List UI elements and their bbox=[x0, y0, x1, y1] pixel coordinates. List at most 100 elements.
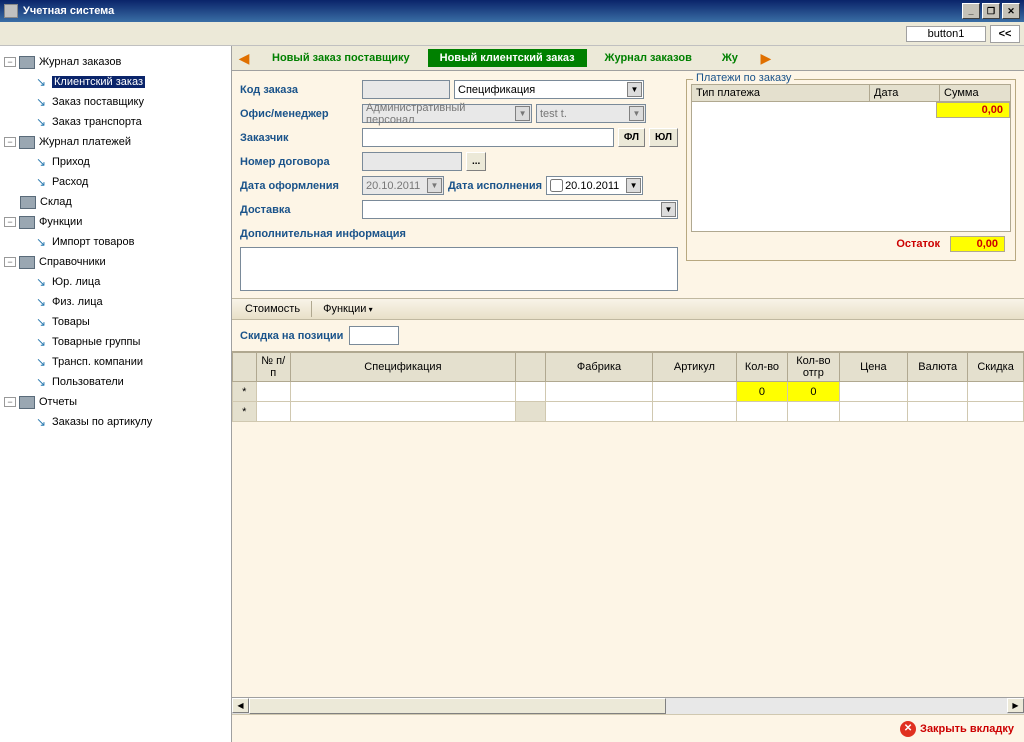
collapse-icon[interactable]: − bbox=[4, 217, 16, 227]
tree-node-client-order[interactable]: ↘Клиентский заказ bbox=[2, 72, 229, 92]
cell[interactable] bbox=[908, 402, 968, 422]
tree-node-income[interactable]: ↘Приход bbox=[2, 152, 229, 172]
cell-active[interactable] bbox=[515, 402, 545, 422]
button1[interactable]: button1 bbox=[906, 26, 986, 42]
row-selector-header[interactable] bbox=[233, 353, 257, 382]
scroll-left-button[interactable]: ◀ bbox=[232, 698, 249, 713]
col-discount[interactable]: Скидка bbox=[968, 353, 1024, 382]
fl-button[interactable]: ФЛ bbox=[618, 128, 645, 147]
date-due-checkbox[interactable] bbox=[550, 179, 563, 192]
horizontal-scrollbar[interactable]: ◀ ▶ bbox=[232, 697, 1024, 714]
cell[interactable] bbox=[515, 382, 545, 402]
tab-orders-journal[interactable]: Журнал заказов bbox=[593, 49, 704, 67]
cell[interactable] bbox=[968, 402, 1024, 422]
date-due-picker[interactable]: 20.10.2011▼ bbox=[546, 176, 643, 195]
cell-qty-shipped[interactable]: 0 bbox=[788, 382, 839, 402]
cell[interactable] bbox=[839, 382, 908, 402]
payments-grid-header: Тип платежа Дата Сумма bbox=[691, 84, 1011, 102]
collapse-icon[interactable]: − bbox=[4, 57, 16, 67]
tree-node-functions[interactable]: −Функции bbox=[2, 212, 229, 232]
office-manager-label: Офис/менеджер bbox=[240, 108, 358, 120]
order-code-input[interactable] bbox=[362, 80, 450, 99]
col-qty[interactable]: Кол-во bbox=[736, 353, 787, 382]
cell[interactable] bbox=[788, 402, 839, 422]
tree-node-references[interactable]: −Справочники bbox=[2, 252, 229, 272]
tab-supplier-order[interactable]: Новый заказ поставщику bbox=[260, 49, 422, 67]
tab-nav-prev[interactable]: ◀ bbox=[234, 49, 254, 67]
tree-node-reports[interactable]: − Отчеты bbox=[2, 392, 229, 412]
tree-node-orders-by-article[interactable]: ↘Заказы по артикулу bbox=[2, 412, 229, 432]
tab-client-order[interactable]: Новый клиентский заказ bbox=[428, 49, 587, 67]
tree-node-import-goods[interactable]: ↘Импорт товаров bbox=[2, 232, 229, 252]
chevron-down-icon[interactable]: ▼ bbox=[627, 82, 642, 97]
ul-button[interactable]: ЮЛ bbox=[649, 128, 678, 147]
tab-nav-next[interactable]: ▶ bbox=[756, 49, 776, 67]
collapse-icon[interactable]: − bbox=[4, 137, 16, 147]
col-factory[interactable]: Фабрика bbox=[545, 353, 652, 382]
payments-grid-body[interactable]: 0,00 bbox=[691, 102, 1011, 232]
collapse-sidebar-button[interactable]: << bbox=[990, 25, 1020, 43]
notes-textarea[interactable] bbox=[240, 247, 678, 291]
cell[interactable] bbox=[545, 382, 652, 402]
close-button[interactable]: ✕ bbox=[1002, 3, 1020, 19]
delivery-combo[interactable]: ▼ bbox=[362, 200, 678, 219]
col-currency[interactable]: Валюта bbox=[908, 353, 968, 382]
tree-label: Физ. лица bbox=[52, 296, 103, 308]
scroll-right-button[interactable]: ▶ bbox=[1007, 698, 1024, 713]
tree-node-orders-journal[interactable]: −Журнал заказов bbox=[2, 52, 229, 72]
scroll-track[interactable] bbox=[249, 698, 1007, 714]
col-specification[interactable]: Спецификация bbox=[290, 353, 515, 382]
cell[interactable] bbox=[653, 382, 737, 402]
cell[interactable] bbox=[545, 402, 652, 422]
tree-node-legal-entities[interactable]: ↘Юр. лица bbox=[2, 272, 229, 292]
customer-input[interactable] bbox=[362, 128, 614, 147]
maximize-button[interactable]: ❐ bbox=[982, 3, 1000, 19]
tree-node-transport-order[interactable]: ↘Заказ транспорта bbox=[2, 112, 229, 132]
grid-new-row[interactable]: * 0 0 bbox=[233, 382, 1024, 402]
cell[interactable] bbox=[256, 402, 290, 422]
chevron-down-icon[interactable]: ▼ bbox=[661, 202, 676, 217]
tree-node-supplier-order[interactable]: ↘Заказ поставщику bbox=[2, 92, 229, 112]
col-number[interactable]: № п/п bbox=[256, 353, 290, 382]
office-combo: Административный персонал▼ bbox=[362, 104, 532, 123]
contract-input[interactable] bbox=[362, 152, 462, 171]
collapse-icon[interactable]: − bbox=[4, 397, 16, 407]
col-article[interactable]: Артикул bbox=[653, 353, 737, 382]
tree-node-payments-journal[interactable]: −Журнал платежей bbox=[2, 132, 229, 152]
tree-node-individuals[interactable]: ↘Физ. лица bbox=[2, 292, 229, 312]
specification-combo[interactable]: Спецификация▼ bbox=[454, 80, 644, 99]
tab-overflow[interactable]: Жу bbox=[710, 49, 750, 67]
col-price[interactable]: Цена bbox=[839, 353, 908, 382]
minimize-button[interactable]: _ bbox=[962, 3, 980, 19]
cost-button[interactable]: Стоимость bbox=[236, 300, 309, 318]
tree-node-transport-companies[interactable]: ↘Трансп. компании bbox=[2, 352, 229, 372]
tree-node-goods[interactable]: ↘Товары bbox=[2, 312, 229, 332]
cell-qty[interactable]: 0 bbox=[736, 382, 787, 402]
collapse-icon[interactable]: − bbox=[4, 257, 16, 267]
functions-dropdown[interactable]: Функции bbox=[314, 300, 382, 318]
discount-input[interactable] bbox=[349, 326, 399, 345]
tree-node-expense[interactable]: ↘Расход bbox=[2, 172, 229, 192]
cell[interactable] bbox=[290, 402, 515, 422]
tree-node-goods-groups[interactable]: ↘Товарные группы bbox=[2, 332, 229, 352]
col-blank[interactable] bbox=[515, 353, 545, 382]
grid-new-row[interactable]: * bbox=[233, 402, 1024, 422]
cell[interactable] bbox=[908, 382, 968, 402]
cell[interactable] bbox=[256, 382, 290, 402]
cell[interactable] bbox=[290, 382, 515, 402]
cell[interactable] bbox=[839, 402, 908, 422]
tree-node-warehouse[interactable]: Склад bbox=[2, 192, 229, 212]
cell[interactable] bbox=[736, 402, 787, 422]
close-tab-link[interactable]: ✕ Закрыть вкладку bbox=[900, 721, 1014, 737]
arrow-icon: ↘ bbox=[36, 96, 48, 108]
tree-label: Отчеты bbox=[39, 396, 77, 408]
payments-col-date: Дата bbox=[870, 85, 940, 101]
cell[interactable] bbox=[653, 402, 737, 422]
col-qty-shipped[interactable]: Кол-во отгр bbox=[788, 353, 839, 382]
cell[interactable] bbox=[968, 382, 1024, 402]
scroll-thumb[interactable] bbox=[249, 698, 666, 714]
chevron-down-icon[interactable]: ▼ bbox=[626, 178, 641, 193]
arrow-icon: ↘ bbox=[36, 276, 48, 288]
contract-browse-button[interactable]: ... bbox=[466, 152, 486, 171]
tree-node-users[interactable]: ↘Пользователи bbox=[2, 372, 229, 392]
